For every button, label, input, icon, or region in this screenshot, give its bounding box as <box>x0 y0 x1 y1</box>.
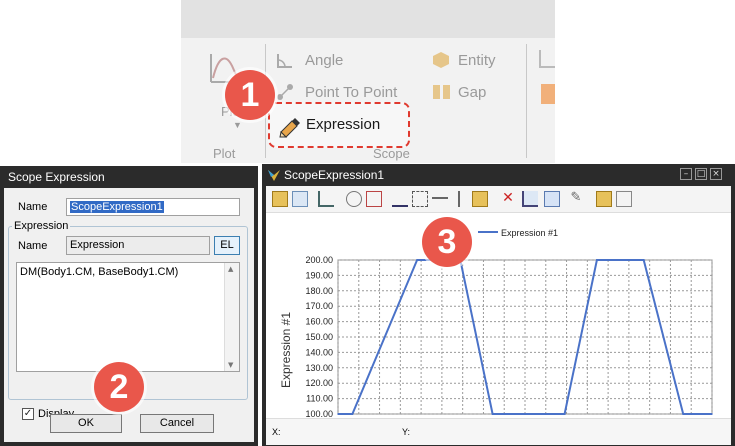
plot-group-label: Plot <box>213 146 236 161</box>
scope-toolbar: ✕ ✎ <box>266 186 731 213</box>
series-point <box>520 413 523 415</box>
scope-window: ScopeExpression1 – □ × ✕ ✎ Expression #1… <box>262 164 735 446</box>
series-point <box>416 259 418 261</box>
grid-icon[interactable] <box>412 191 428 207</box>
series-point <box>563 413 566 415</box>
angle-button[interactable]: Angle <box>275 50 415 72</box>
ribbon-tab-strip <box>181 0 555 38</box>
close-icon[interactable]: × <box>710 168 722 180</box>
settings-icon[interactable] <box>616 191 632 207</box>
scope-body: ✕ ✎ Expression #1 Expression #1 200.00 19… <box>266 186 731 445</box>
gap-icon <box>433 85 450 99</box>
y-axis-label: Expression #1 <box>279 312 293 388</box>
status-x: X: <box>272 427 281 437</box>
name-field[interactable]: ScopeExpression1 <box>66 198 240 216</box>
series-point <box>624 259 627 261</box>
find-icon[interactable] <box>392 191 408 207</box>
y-tick-label: 200.00 <box>305 255 333 265</box>
y-tick-label: 130.00 <box>305 363 333 373</box>
y-tick-label: 150.00 <box>305 332 333 342</box>
point-to-point-label: Point To Point <box>305 84 398 101</box>
scope-group-label: Scope <box>373 146 410 161</box>
y-tick-label: 170.00 <box>305 301 333 311</box>
y-tick-label: 140.00 <box>305 347 333 357</box>
step-badge-2: 2 <box>94 362 144 412</box>
display-checkbox[interactable]: ✓ <box>22 408 34 420</box>
expression-icon <box>279 118 300 138</box>
cancel-button[interactable]: Cancel <box>140 414 214 433</box>
textarea-scrollbar[interactable]: ▲ ▼ <box>224 263 239 371</box>
copy-icon[interactable] <box>292 191 308 207</box>
series-point <box>491 413 494 415</box>
chevron-down-icon: ▼ <box>233 120 242 130</box>
expression-group-label: Expression <box>12 220 71 232</box>
legend-label: Expression #1 <box>501 228 558 238</box>
scroll-down-icon[interactable]: ▼ <box>228 361 233 369</box>
point-to-point-button[interactable]: Point To Point <box>275 82 435 104</box>
delete-icon[interactable]: ✕ <box>500 191 516 207</box>
chart-legend: Expression #1 <box>478 228 558 238</box>
point-to-point-icon <box>277 84 293 100</box>
group-divider <box>526 44 527 158</box>
export-icon[interactable] <box>472 191 488 207</box>
next-group-icon <box>539 50 555 68</box>
minimize-icon[interactable]: – <box>680 168 692 180</box>
zoom-icon[interactable] <box>346 191 362 207</box>
expression-text: DM(Body1.CM, BaseBody1.CM) <box>20 266 179 278</box>
gap-label: Gap <box>458 84 487 101</box>
step-badge-3: 3 <box>422 217 472 267</box>
open-icon[interactable] <box>272 191 288 207</box>
maximize-icon[interactable]: □ <box>695 168 707 180</box>
step-badge-1: 1 <box>225 70 275 120</box>
status-y: Y: <box>402 427 411 437</box>
gap-button[interactable]: Gap <box>431 82 531 104</box>
series-point <box>642 259 645 261</box>
expression-button[interactable]: Expression <box>268 102 410 148</box>
expression-name-field[interactable]: Expression <box>66 236 210 255</box>
expression-label: Expression <box>306 116 381 133</box>
series-point <box>682 413 685 415</box>
series-point <box>596 259 598 261</box>
properties-icon[interactable] <box>596 191 612 207</box>
pan-vertical-icon[interactable] <box>458 191 462 207</box>
zoom-box-icon[interactable] <box>366 191 382 207</box>
chart-icon[interactable] <box>318 191 334 207</box>
entity-button[interactable]: Entity <box>431 50 531 72</box>
name-label: Name <box>18 201 48 213</box>
scope-title: ScopeExpression1 <box>284 168 385 182</box>
el-button[interactable]: EL <box>214 236 240 255</box>
legend-icon[interactable] <box>544 191 560 207</box>
angle-label: Angle <box>305 52 344 69</box>
entity-icon <box>433 52 449 68</box>
scroll-up-icon[interactable]: ▲ <box>228 265 233 273</box>
ok-button[interactable]: OK <box>50 414 122 433</box>
expression-name-label: Name <box>18 240 48 252</box>
dialog-title: Scope Expression <box>8 170 105 184</box>
y-tick-label: 180.00 <box>305 286 333 296</box>
expression-chart: Expression #1 Expression #1 200.00 190.00… <box>279 228 718 426</box>
statistics-icon[interactable] <box>522 191 538 207</box>
series-point <box>711 413 713 415</box>
name-field-value: ScopeExpression1 <box>70 201 164 213</box>
y-tick-label: 190.00 <box>305 270 333 280</box>
next-group-icon <box>541 84 555 104</box>
y-tick-label: 120.00 <box>305 378 333 388</box>
tools-icon[interactable]: ✎ <box>568 191 584 207</box>
entity-label: Entity <box>458 52 496 69</box>
expression-textarea[interactable]: DM(Body1.CM, BaseBody1.CM) ▲ ▼ <box>16 262 240 372</box>
pan-horizontal-icon[interactable] <box>432 197 448 201</box>
series-point <box>337 413 339 415</box>
angle-icon <box>277 54 292 68</box>
series-point <box>351 413 354 415</box>
status-bar: X: Y: <box>266 418 731 445</box>
y-tick-label: 110.00 <box>306 394 333 404</box>
y-tick-label: 160.00 <box>305 317 333 327</box>
